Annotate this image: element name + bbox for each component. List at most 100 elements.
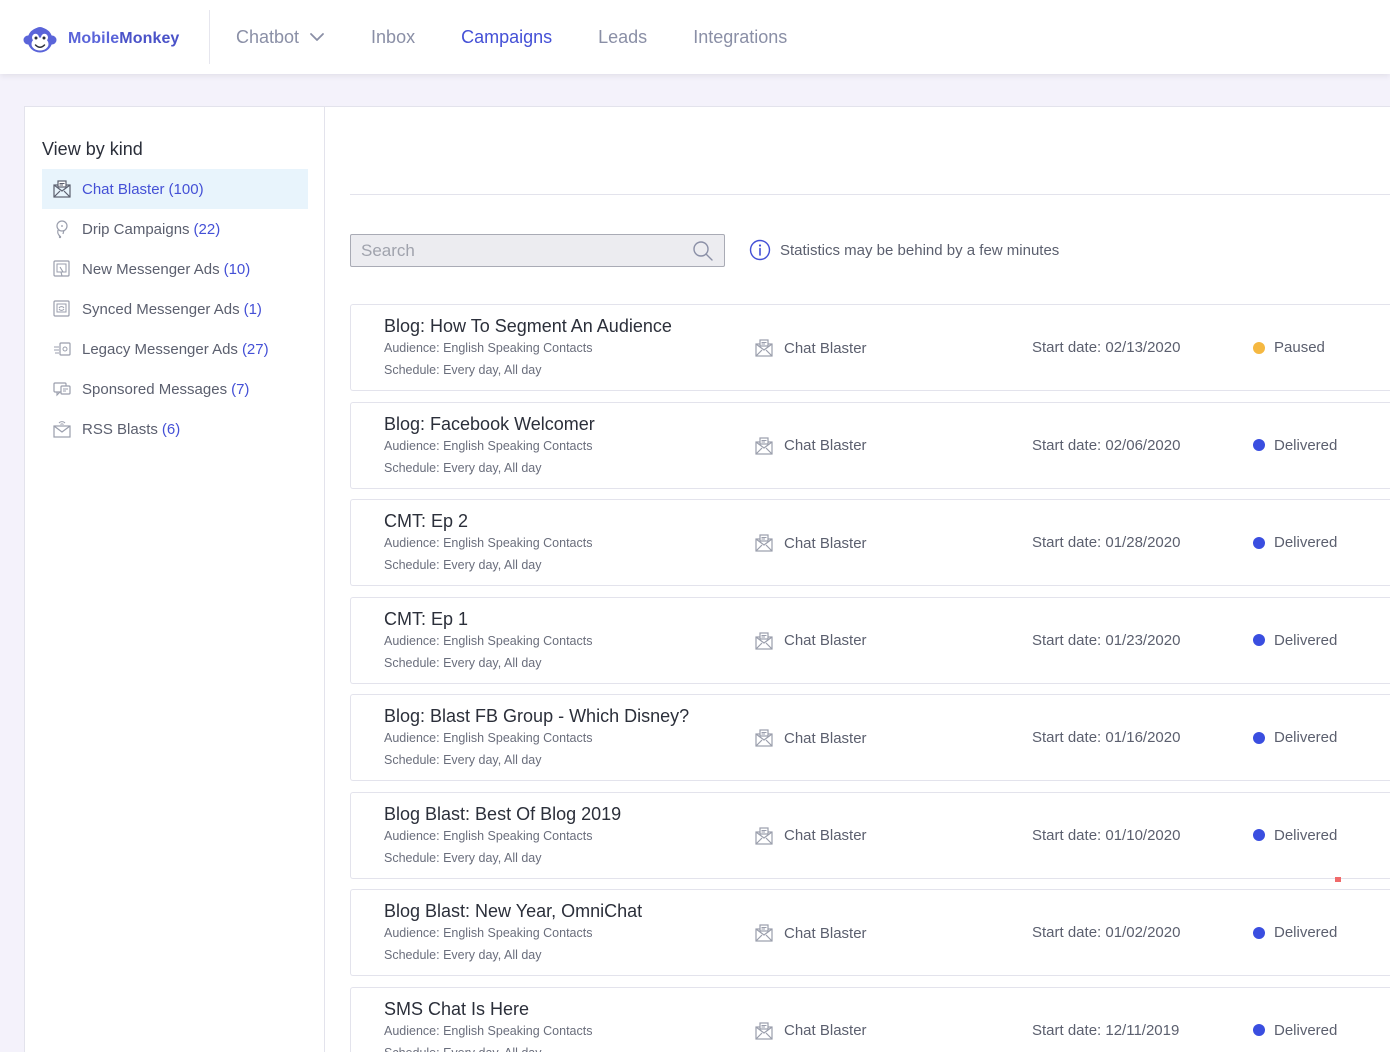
messenger-ad-icon [53, 260, 70, 277]
campaign-schedule: Schedule: Every day, All day [384, 460, 542, 475]
statistics-notice-text: Statistics may be behind by a few minute… [780, 241, 1060, 259]
campaign-status: Delivered [1253, 437, 1337, 454]
status-dot [1253, 634, 1265, 646]
campaign-kind-label: Chat Blaster [784, 339, 867, 357]
status-label: Delivered [1274, 534, 1338, 551]
campaign-kind-label: Chat Blaster [784, 924, 867, 942]
monkey-logo-icon [23, 27, 57, 53]
kind-sidebar: View by kind Chat Blaster (100) Drip Cam… [24, 106, 325, 1052]
campaign-kind-label: Chat Blaster [784, 534, 867, 552]
kind-list: Chat Blaster (100) Drip Campaigns (22) N… [42, 169, 308, 449]
campaign-schedule: Schedule: Every day, All day [384, 1046, 542, 1052]
campaign-title[interactable]: Blog: Blast FB Group - Which Disney? [384, 706, 689, 727]
sidebar-item-count: (1) [243, 300, 262, 318]
sidebar-item-count: (100) [168, 180, 204, 198]
sidebar-item-sponsored-messages[interactable]: Sponsored Messages (7) [42, 369, 308, 409]
status-label: Delivered [1274, 729, 1338, 746]
legacy-ad-icon [54, 342, 71, 356]
sidebar-item-label: Sponsored Messages [82, 380, 228, 398]
campaign-card[interactable]: SMS Chat Is Here Audience: English Speak… [350, 986, 1390, 1052]
campaign-title[interactable]: Blog Blast: New Year, OmniChat [384, 901, 642, 922]
sidebar-item-drip-campaigns[interactable]: Drip Campaigns (22) [42, 209, 308, 249]
status-label: Delivered [1274, 631, 1338, 649]
sidebar-item-new-messenger-ads[interactable]: New Messenger Ads (10) [42, 249, 308, 289]
campaign-audience: Audience: English Speaking Contacts [384, 731, 593, 745]
campaign-card[interactable]: Blog Blast: Best Of Blog 2019 Audience: … [350, 791, 1390, 879]
campaign-status: Delivered [1253, 534, 1337, 551]
campaign-schedule: Schedule: Every day, All day [384, 948, 542, 962]
campaign-audience: Audience: English Speaking Contacts [384, 926, 593, 940]
nav-item-chatbot[interactable]: Chatbot [236, 27, 325, 48]
sidebar-item-legacy-messenger-ads[interactable]: Legacy Messenger Ads (27) [42, 329, 308, 369]
status-label: Delivered [1274, 826, 1338, 844]
search-box [350, 234, 725, 267]
campaign-kind: Chat Blaster [754, 631, 867, 651]
statistics-notice: Statistics may be behind by a few minute… [749, 239, 1059, 261]
campaign-kind: Chat Blaster [754, 436, 867, 456]
campaign-kind: Chat Blaster [754, 826, 867, 846]
campaign-schedule: Schedule: Every day, All day [384, 850, 542, 865]
campaign-card[interactable]: CMT: Ep 1 Audience: English Speaking Con… [350, 596, 1390, 684]
sidebar-item-label: Chat Blaster [82, 180, 165, 198]
campaign-start-date: Start date: 02/06/2020 [1032, 436, 1181, 454]
campaign-schedule: Schedule: Every day, All day [384, 655, 542, 670]
campaign-kind-label: Chat Blaster [784, 827, 867, 844]
campaign-schedule: Schedule: Every day, All day [384, 363, 542, 377]
chat-blaster-icon [755, 1021, 773, 1040]
chat-blaster-icon [755, 436, 773, 455]
campaign-card[interactable]: Blog Blast: New Year, OmniChat Audience:… [350, 889, 1390, 976]
campaign-title[interactable]: CMT: Ep 1 [384, 609, 468, 630]
nav-item-leads[interactable]: Leads [598, 27, 647, 48]
status-label: Delivered [1274, 436, 1338, 454]
campaign-card[interactable]: Blog: Facebook Welcomer Audience: Englis… [350, 401, 1390, 489]
search-icon[interactable] [692, 240, 714, 262]
campaign-schedule: Schedule: Every day, All day [384, 753, 542, 767]
status-label: Delivered [1274, 1021, 1338, 1039]
campaign-audience: Audience: English Speaking Contacts [384, 438, 593, 453]
header-divider [350, 194, 1390, 195]
sidebar-item-chat-blaster[interactable]: Chat Blaster (100) [42, 169, 308, 209]
status-label: Paused [1274, 339, 1325, 356]
campaign-start-date: Start date: 01/10/2020 [1032, 826, 1181, 844]
brand-logo[interactable]: MobileMonkey [22, 20, 179, 58]
info-icon [749, 239, 771, 261]
campaign-title[interactable]: CMT: Ep 2 [384, 511, 468, 532]
nav-item-integrations[interactable]: Integrations [693, 27, 787, 48]
sidebar-item-count: (6) [161, 420, 181, 438]
campaign-title[interactable]: Blog: How To Segment An Audience [384, 316, 672, 337]
campaign-title[interactable]: SMS Chat Is Here [384, 999, 529, 1020]
campaign-audience: Audience: English Speaking Contacts [384, 341, 593, 355]
campaign-card[interactable]: Blog: How To Segment An Audience Audienc… [350, 304, 1390, 391]
nav-item-campaigns[interactable]: Campaigns [461, 27, 552, 48]
chat-blaster-icon [53, 180, 71, 198]
campaign-card[interactable]: CMT: Ep 2 Audience: English Speaking Con… [350, 499, 1390, 586]
sidebar-item-label: Drip Campaigns [82, 220, 190, 238]
campaign-kind: Chat Blaster [754, 728, 867, 748]
sidebar-item-count: (22) [193, 220, 221, 238]
sidebar-item-rss-blasts[interactable]: RSS Blasts (6) [42, 409, 308, 449]
campaign-audience: Audience: English Speaking Contacts [384, 1023, 593, 1038]
campaign-kind-label: Chat Blaster [784, 437, 867, 454]
sponsored-message-icon [53, 382, 71, 397]
search-input[interactable] [361, 235, 681, 266]
top-navigation-bar: MobileMonkey Chatbot Inbox Campaigns Lea… [0, 0, 1390, 74]
campaign-schedule: Schedule: Every day, All day [384, 558, 542, 572]
campaign-start-date: Start date: 12/11/2019 [1032, 1021, 1180, 1039]
campaigns-panel: Statistics may be behind by a few minute… [325, 106, 1390, 1052]
campaign-start-date: Start date: 01/02/2020 [1032, 924, 1181, 941]
nav-item-label: Chatbot [236, 26, 300, 47]
campaign-status: Delivered [1253, 729, 1337, 746]
campaign-title[interactable]: Blog: Facebook Welcomer [384, 414, 595, 435]
chat-blaster-icon [755, 729, 773, 747]
campaign-kind-label: Chat Blaster [784, 729, 867, 747]
campaign-title[interactable]: Blog Blast: Best Of Blog 2019 [384, 804, 621, 825]
nav-item-inbox[interactable]: Inbox [371, 27, 415, 48]
campaign-card[interactable]: Blog: Blast FB Group - Which Disney? Aud… [350, 694, 1390, 781]
sidebar-item-synced-messenger-ads[interactable]: Synced Messenger Ads (1) [42, 289, 308, 329]
status-dot [1253, 731, 1265, 744]
campaign-audience: Audience: English Speaking Contacts [384, 536, 593, 550]
chat-blaster-icon [755, 631, 773, 650]
rss-blast-icon [53, 421, 71, 438]
chat-blaster-icon [755, 826, 773, 845]
campaign-kind: Chat Blaster [754, 338, 867, 358]
